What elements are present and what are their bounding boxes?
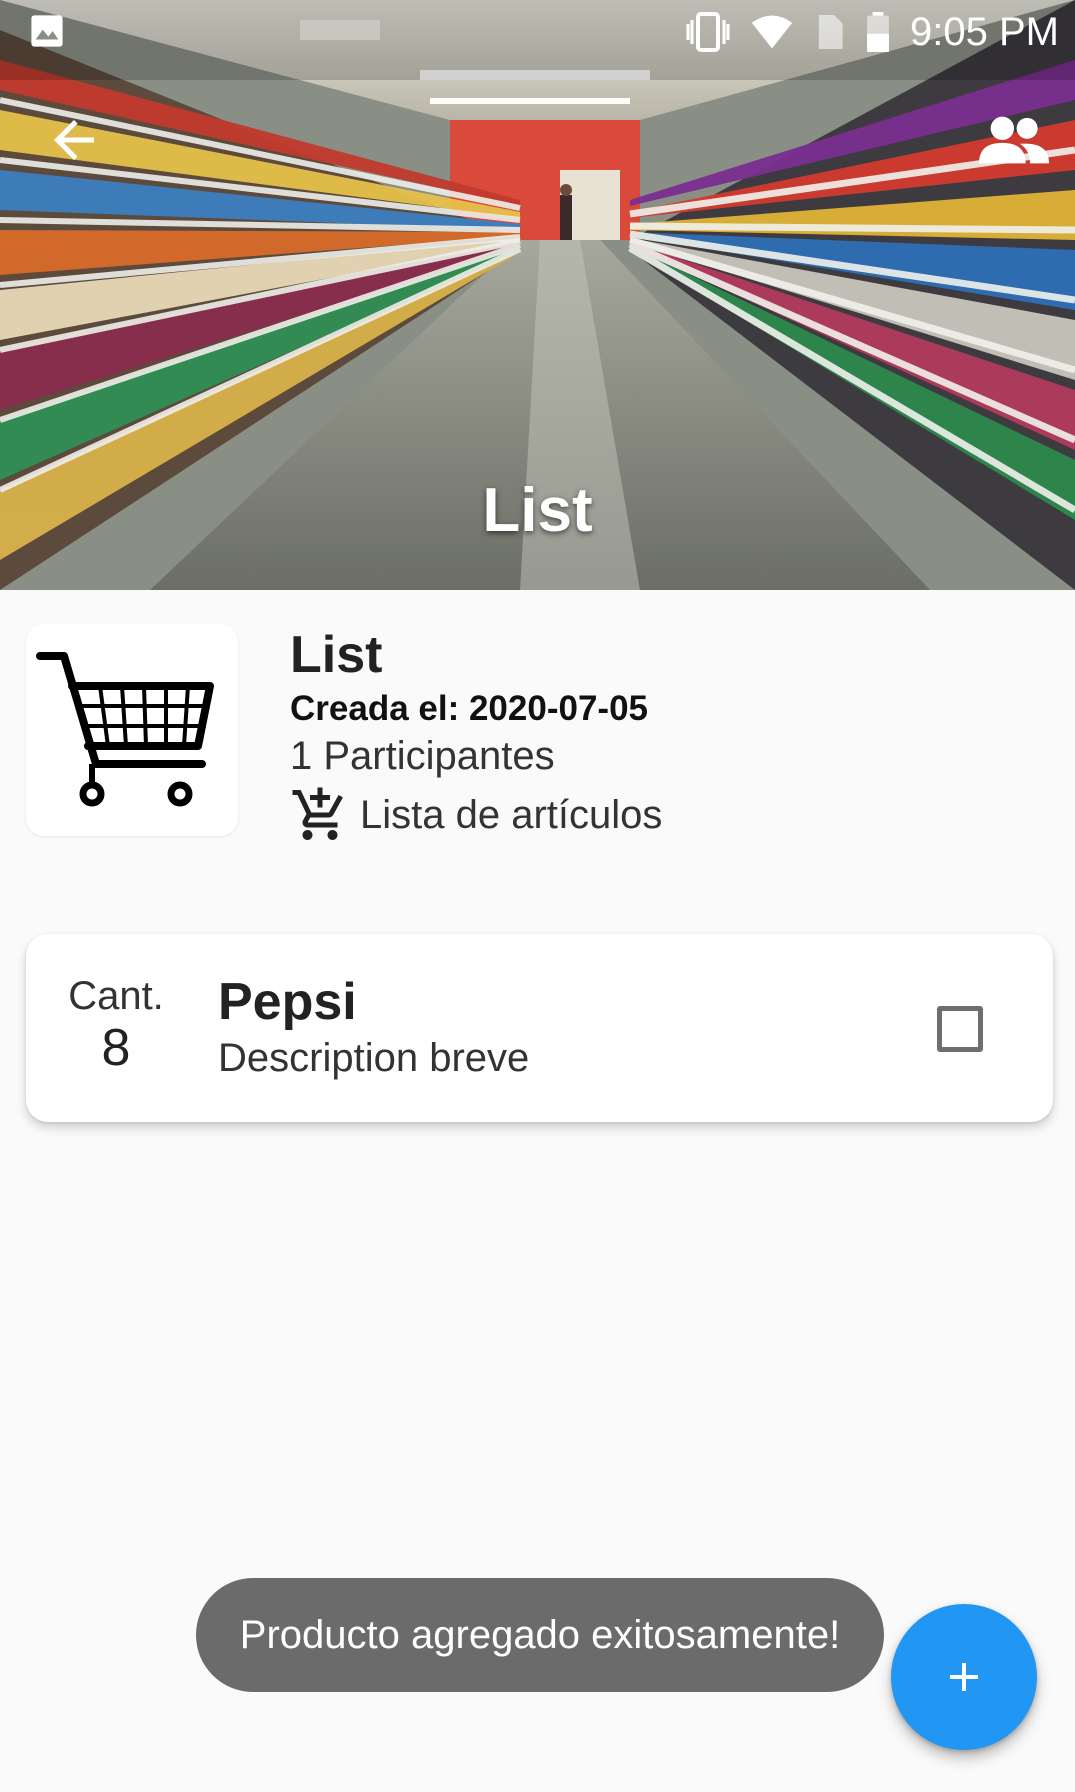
vibrate-icon — [686, 12, 730, 52]
items-list-link[interactable]: Lista de artículos — [290, 784, 662, 846]
list-created-date: Creada el: 2020-07-05 — [290, 689, 648, 728]
status-bar: 9:05 PM — [0, 0, 1075, 64]
page-title: List — [482, 476, 593, 545]
people-icon[interactable] — [979, 110, 1049, 170]
list-item[interactable]: Cant. 8 Pepsi Description breve — [26, 934, 1053, 1122]
wifi-icon — [751, 15, 793, 49]
quantity-label: Cant. — [68, 974, 164, 1018]
items-list-label: Lista de artículos — [360, 792, 663, 837]
image-notification-icon — [31, 15, 63, 47]
toast-message: Producto agregado exitosamente! — [196, 1578, 884, 1692]
list-info: List Creada el: 2020-07-05 1 Participant… — [290, 626, 662, 846]
quantity-value: 8 — [101, 1019, 131, 1077]
header-image: 9:05 PM List — [0, 0, 1075, 590]
list-name: List — [290, 626, 383, 684]
add-shopping-cart-icon — [292, 787, 343, 840]
list-thumbnail — [26, 624, 238, 836]
quantity-block: Cant. 8 — [56, 974, 176, 1078]
shopping-cart-icon — [36, 652, 214, 807]
no-sim-icon — [818, 15, 843, 49]
list-summary: List Creada el: 2020-07-05 1 Participant… — [0, 590, 1075, 890]
screen: 9:05 PM List List Creada el: 2020-07-05 … — [0, 0, 1075, 1792]
item-name: Pepsi — [218, 973, 357, 1031]
item-description: Description breve — [218, 1036, 530, 1080]
plus-icon — [950, 1663, 978, 1691]
list-participants: 1 Participantes — [290, 734, 555, 778]
item-text: Pepsi Description breve — [218, 972, 529, 1082]
item-checkbox[interactable] — [937, 1006, 983, 1052]
add-item-button[interactable] — [891, 1604, 1037, 1750]
status-time: 9:05 PM — [910, 9, 1059, 54]
arrow-back-icon[interactable] — [44, 110, 104, 170]
battery-icon — [867, 12, 889, 52]
